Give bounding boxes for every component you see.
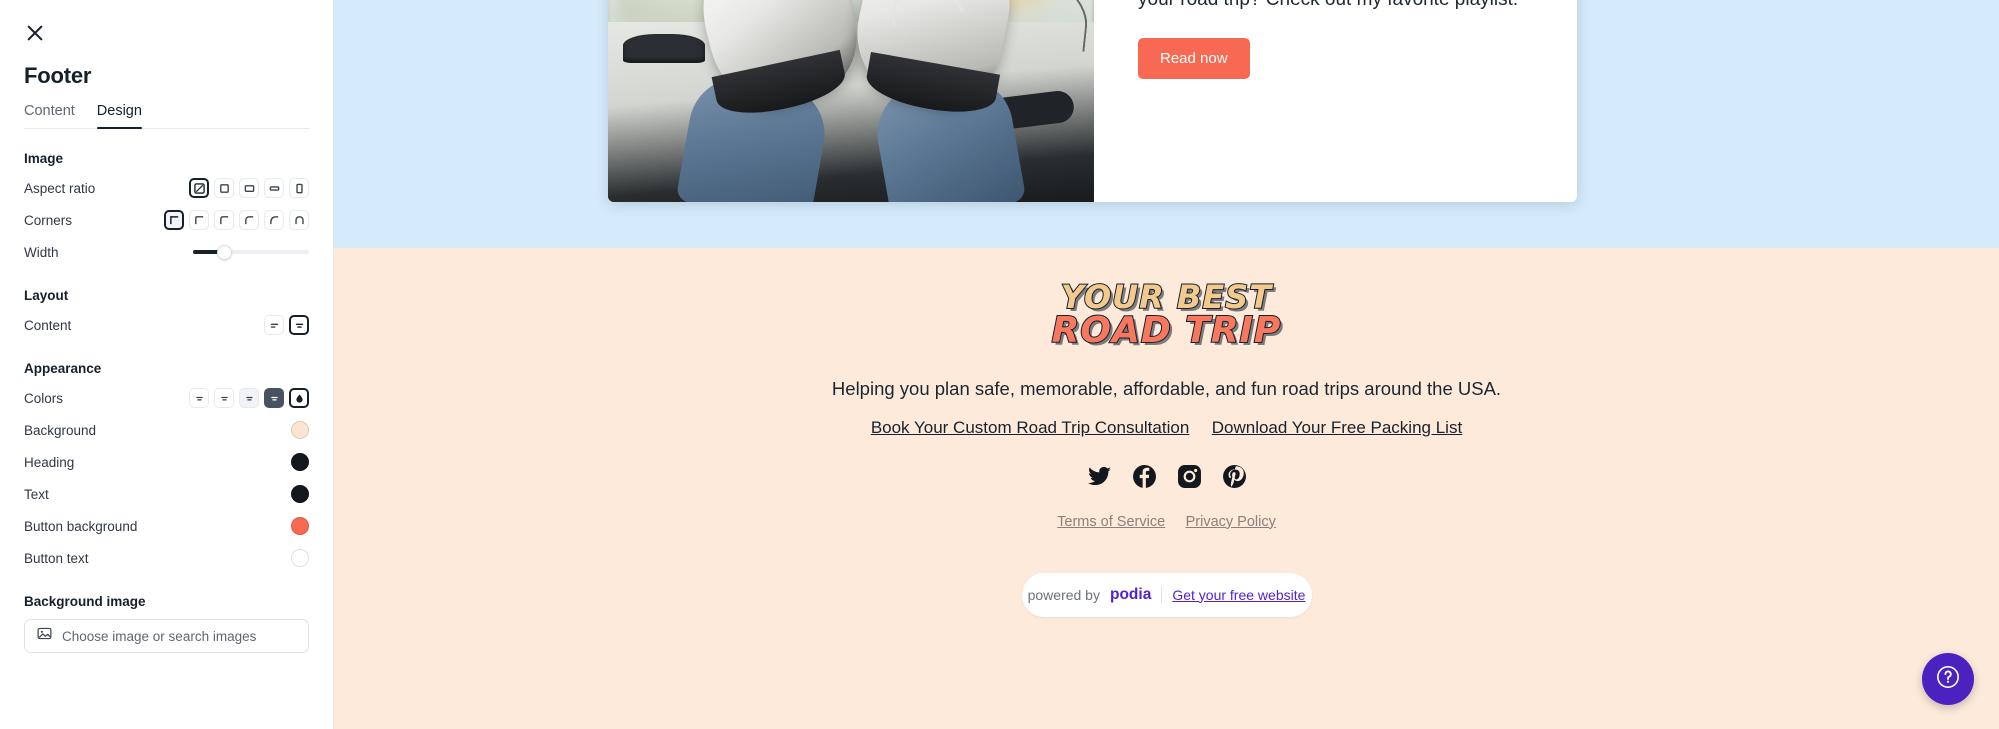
colors-group: [189, 388, 309, 408]
align-center-icon[interactable]: [289, 315, 309, 335]
label-aspect-ratio: Aspect ratio: [24, 180, 96, 196]
row-button-text-color: Button text: [24, 544, 309, 572]
row-aspect-ratio: Aspect ratio: [24, 174, 309, 202]
label-colors: Colors: [24, 390, 64, 406]
section-title-background-image: Background image: [24, 594, 146, 609]
color-scheme-1-icon[interactable]: [189, 388, 209, 408]
row-heading-color: Heading: [24, 448, 309, 476]
wide-16-9-ratio-icon[interactable]: [264, 178, 284, 198]
tab-content[interactable]: Content: [24, 103, 75, 128]
promo-card[interactable]: Need some inspiration for what to listen…: [608, 0, 1577, 202]
aspect-ratio-group: [189, 178, 309, 198]
footer-link-consultation[interactable]: Book Your Custom Road Trip Consultation: [871, 418, 1189, 437]
footer-links: Book Your Custom Road Trip Consultation …: [334, 418, 1999, 438]
choose-background-image-label: Choose image or search images: [62, 628, 257, 644]
label-width: Width: [24, 244, 59, 260]
color-scheme-2-icon[interactable]: [214, 388, 234, 408]
row-button-background-color: Button background: [24, 512, 309, 540]
row-corners: Corners: [24, 206, 309, 234]
sidebar-header: [24, 0, 309, 49]
section-title-layout: Layout: [24, 288, 69, 303]
row-width: Width: [24, 238, 309, 266]
promo-card-image: [608, 0, 1094, 202]
design-settings-sidebar: Footer Content Design Image Aspect ratio: [0, 0, 334, 729]
podia-badge-divider: [1161, 586, 1163, 604]
corners-group: [164, 210, 309, 230]
corner-radius-xs-icon[interactable]: [189, 210, 209, 230]
terms-of-service-link[interactable]: Terms of Service: [1057, 514, 1165, 530]
label-button-text: Button text: [24, 550, 89, 566]
promo-card-text: Need some inspiration for what to listen…: [1138, 0, 1520, 14]
sidebar-tabs: Content Design: [24, 103, 309, 129]
swatch-text[interactable]: [291, 485, 309, 503]
facebook-icon[interactable]: [1132, 464, 1157, 489]
corner-square-icon[interactable]: [164, 210, 184, 230]
footer-social-links: [334, 464, 1999, 489]
row-content-alignment: Content: [24, 311, 309, 339]
swatch-button-text[interactable]: [291, 549, 309, 567]
promo-card-body: Need some inspiration for what to listen…: [1094, 0, 1577, 202]
tabs-divider: [24, 128, 309, 129]
portrait-ratio-icon[interactable]: [289, 178, 309, 198]
section-title-appearance: Appearance: [24, 361, 102, 376]
privacy-policy-link[interactable]: Privacy Policy: [1186, 514, 1276, 530]
landscape-4-3-ratio-icon[interactable]: [239, 178, 259, 198]
label-background: Background: [24, 422, 97, 438]
row-colors: Colors: [24, 384, 309, 412]
custom-color-droplet-icon[interactable]: [289, 388, 309, 408]
footer-legal-links: Terms of Service Privacy Policy: [334, 513, 1999, 531]
label-content: Content: [24, 317, 72, 333]
row-background-color: Background: [24, 416, 309, 444]
content-alignment-group: [264, 315, 309, 335]
site-preview-canvas: Need some inspiration for what to listen…: [334, 0, 1999, 729]
corner-radius-full-icon[interactable]: [289, 210, 309, 230]
swatch-background[interactable]: [291, 421, 309, 439]
label-text: Text: [24, 486, 49, 502]
section-title-image: Image: [24, 151, 64, 166]
width-slider[interactable]: [193, 242, 309, 262]
footer-logo: YOUR BEST ROAD TRIP: [1051, 278, 1282, 352]
hero-section: Need some inspiration for what to listen…: [334, 0, 1999, 248]
footer-tagline: Helping you plan safe, memorable, afford…: [831, 377, 1502, 399]
corner-radius-sm-icon[interactable]: [214, 210, 234, 230]
podia-brand-label: podia: [1109, 585, 1152, 603]
color-scheme-3-icon[interactable]: [239, 388, 259, 408]
editor-root: Footer Content Design Image Aspect ratio: [0, 0, 1999, 729]
help-button[interactable]: [1922, 653, 1974, 705]
align-left-icon[interactable]: [264, 315, 284, 335]
row-text-color: Text: [24, 480, 309, 508]
podia-powered-by-label: powered by: [1027, 586, 1100, 603]
choose-background-image-button[interactable]: Choose image or search images: [24, 619, 309, 653]
close-icon[interactable]: [24, 22, 46, 44]
label-button-background: Button background: [24, 518, 138, 534]
pinterest-icon[interactable]: [1222, 464, 1247, 489]
color-scheme-4-icon[interactable]: [264, 388, 284, 408]
square-ratio-icon[interactable]: [214, 178, 234, 198]
label-corners: Corners: [24, 212, 73, 228]
panel-title: Footer: [24, 63, 92, 88]
corner-radius-lg-icon[interactable]: [264, 210, 284, 230]
tab-design[interactable]: Design: [96, 103, 143, 129]
twitter-icon[interactable]: [1087, 464, 1112, 489]
podia-badge: powered by podia Get your free website: [1021, 572, 1312, 617]
get-free-website-link[interactable]: Get your free website: [1172, 587, 1305, 603]
footer-logo-line1: YOUR BEST: [1060, 278, 1273, 316]
read-now-button[interactable]: Read now: [1138, 38, 1250, 80]
instagram-icon[interactable]: [1177, 464, 1202, 489]
site-footer: YOUR BEST ROAD TRIP Helping you plan saf…: [334, 248, 1999, 729]
label-heading: Heading: [24, 454, 75, 470]
swatch-heading[interactable]: [291, 453, 309, 471]
footer-logo-line2: ROAD TRIP: [1051, 310, 1282, 352]
footer-link-packing-list[interactable]: Download Your Free Packing List: [1212, 418, 1462, 437]
width-slider-thumb[interactable]: [217, 244, 233, 260]
question-mark-help-icon: [1935, 664, 1961, 695]
original-ratio-icon[interactable]: [189, 178, 209, 198]
image-placeholder-icon: [37, 626, 52, 646]
corner-radius-md-icon[interactable]: [239, 210, 259, 230]
swatch-button-background[interactable]: [291, 517, 309, 535]
